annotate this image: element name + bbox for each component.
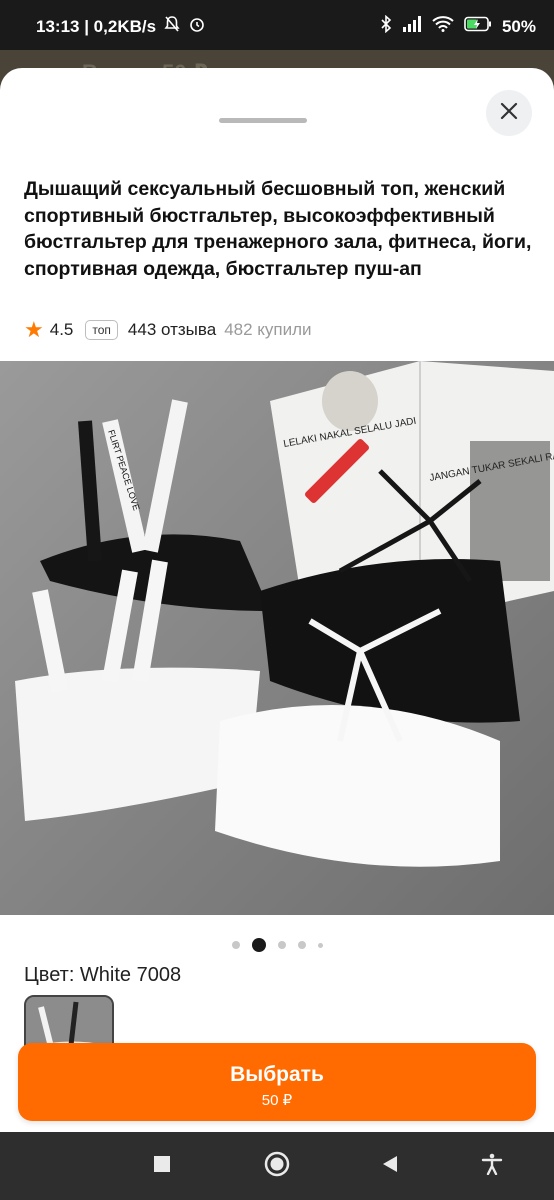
status-time: 13:13 | 0,2KB/s xyxy=(36,16,157,36)
accessibility-icon xyxy=(481,1153,503,1180)
star-icon: ★ xyxy=(24,317,44,342)
alarm-icon xyxy=(188,15,206,38)
rating-row[interactable]: ★ 4.5 топ 443 отзыва 482 купили xyxy=(24,318,312,342)
bluetooth-icon xyxy=(380,14,392,38)
sheet-grabber[interactable] xyxy=(219,118,307,123)
pagination-dot-active[interactable] xyxy=(251,938,266,952)
battery-charging-icon xyxy=(464,16,492,37)
wifi-icon xyxy=(432,16,454,37)
pagination-dot[interactable] xyxy=(297,941,306,949)
product-bottom-sheet: Дышащий сексуальный бесшовный топ, женск… xyxy=(0,68,554,1132)
pagination-dot[interactable] xyxy=(317,942,323,948)
product-photo[interactable]: LELAKI NAKAL SELALU JADI JANGAN TUKAR SE… xyxy=(0,361,554,915)
back-button[interactable] xyxy=(376,1152,404,1180)
circle-icon xyxy=(263,1150,291,1183)
system-navigation-bar xyxy=(0,1132,554,1200)
signal-icon xyxy=(402,16,422,37)
accessibility-button[interactable] xyxy=(478,1152,506,1180)
mute-bell-icon xyxy=(164,15,180,38)
close-button[interactable] xyxy=(486,90,532,136)
color-label: Цвет: White 7008 xyxy=(24,964,182,986)
product-title: Дышащий сексуальный бесшовный топ, женск… xyxy=(24,178,532,280)
reviews-count[interactable]: 443 отзыва xyxy=(128,320,216,340)
home-button[interactable] xyxy=(263,1150,291,1183)
rating-value: 4.5 xyxy=(49,320,74,339)
top-badge: топ xyxy=(85,320,118,340)
status-bar: 13:13 | 0,2KB/s 50% xyxy=(0,0,554,50)
choose-button-label: Выбрать xyxy=(230,1063,324,1086)
close-icon xyxy=(500,102,518,125)
choose-button[interactable]: Выбрать 50 ₽ xyxy=(18,1043,536,1121)
square-icon xyxy=(153,1155,171,1178)
choose-button-price: 50 ₽ xyxy=(261,1092,293,1109)
battery-percent: 50% xyxy=(501,16,536,36)
triangle-back-icon xyxy=(380,1154,400,1179)
pagination-dot[interactable] xyxy=(231,941,240,949)
pagination-dot[interactable] xyxy=(277,941,286,949)
gallery-pagination[interactable] xyxy=(0,938,554,952)
bought-count: 482 купили xyxy=(224,320,312,339)
recent-apps-button[interactable] xyxy=(148,1152,176,1180)
